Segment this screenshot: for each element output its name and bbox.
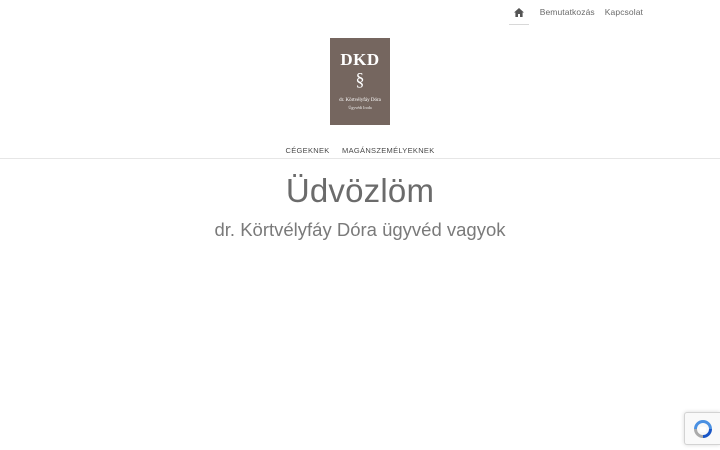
hero-subtitle: dr. Körtvélyfáy Dóra ügyvéd vagyok <box>214 219 506 240</box>
nav-link-kapcsolat[interactable]: Kapcsolat <box>600 7 648 17</box>
logo-subtitle: Ügyvédi Iroda <box>348 105 372 110</box>
nav-link-maganszemelyeknek[interactable]: MAGÁNSZEMÉLYEKNEK <box>338 142 438 155</box>
top-navigation: Bemutatkozás Kapcsolat <box>508 0 648 25</box>
site-logo[interactable]: DKD § dr. Körtvélyfáy Dóra Ügyvédi Iroda <box>330 38 390 125</box>
recaptcha-badge[interactable] <box>684 412 720 445</box>
main-navigation: CÉGEKNEK MAGÁNSZEMÉLYEKNEK <box>0 140 720 159</box>
page: Bemutatkozás Kapcsolat DKD § dr. Körtvél… <box>0 0 720 450</box>
recaptcha-icon <box>693 419 712 438</box>
nav-link-cegeknek[interactable]: CÉGEKNEK <box>281 142 333 155</box>
logo-name: dr. Körtvélyfáy Dóra <box>339 98 381 103</box>
logo-mark: DKD <box>340 50 380 69</box>
nav-link-bemutatkozas[interactable]: Bemutatkozás <box>535 7 600 17</box>
hero-title: Üdvözlöm <box>285 172 435 209</box>
home-link[interactable] <box>508 2 529 25</box>
home-icon <box>513 8 524 17</box>
logo-paragraph-symbol: § <box>355 69 365 89</box>
